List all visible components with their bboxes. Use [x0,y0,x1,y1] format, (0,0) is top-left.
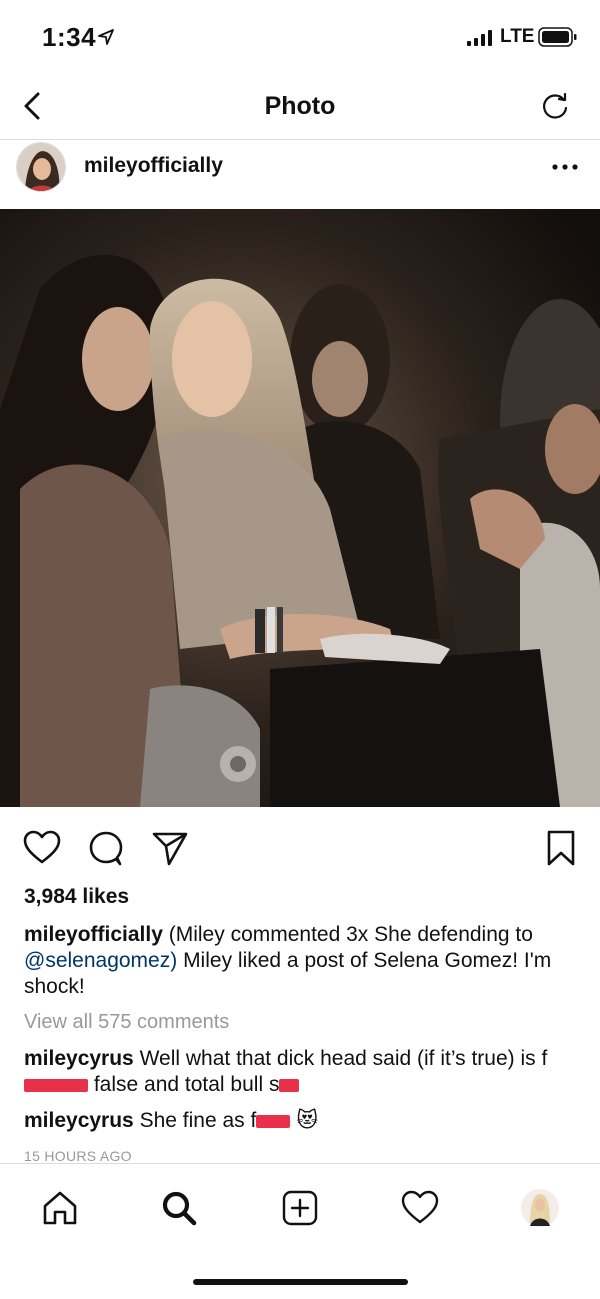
post-username[interactable]: mileyofficially [84,154,223,178]
redaction-mark [279,1078,300,1092]
comment-icon[interactable] [86,828,126,868]
signal-icon [467,30,492,46]
profile-avatar-icon[interactable] [520,1188,560,1228]
comment-text-b: false and total bull s [88,1073,280,1096]
tab-bar [0,1163,600,1299]
bookmark-icon[interactable] [543,828,579,868]
add-icon[interactable] [280,1188,320,1228]
activity-heart-icon[interactable] [400,1188,440,1228]
heart-icon[interactable] [22,828,62,868]
caption-mention[interactable]: @selenagomez) [24,949,177,972]
comment-text-a: She fine as f [139,1109,257,1132]
likes-count[interactable]: 3,984 likes [24,885,129,909]
comment-item: mileycyrus She fine as f 😻 [24,1108,584,1134]
more-dots-icon[interactable] [550,152,580,182]
caption-username[interactable]: mileyofficially [24,923,163,946]
refresh-icon[interactable] [537,88,573,124]
caption-text-a: (Miley commented 3x She defending to [168,923,533,946]
network-label: LTE [500,26,535,47]
comment-text-a: Well what that dick head said (if it’s t… [139,1047,548,1070]
search-icon[interactable] [159,1188,199,1228]
nav-bar: Photo [0,74,600,140]
status-time: 1:34 [42,22,97,52]
home-icon[interactable] [40,1188,80,1228]
action-row [0,822,600,878]
location-arrow-icon [98,29,114,45]
redaction-mark [256,1114,291,1128]
post-timestamp: 15 HOURS AGO [24,1148,132,1164]
redaction-mark [24,1078,88,1092]
view-all-comments-link[interactable]: View all 575 comments [24,1011,229,1034]
page-title: Photo [264,92,336,120]
battery-icon [538,27,577,47]
home-indicator[interactable] [193,1279,408,1285]
emoji-heart-eyes-cat: 😻 [296,1109,319,1132]
comment-item: mileycyrus Well what that dick head said… [24,1046,584,1098]
avatar[interactable] [16,142,66,192]
comment-username[interactable]: mileycyrus [24,1109,134,1132]
status-bar: 1:34 LTE [0,0,600,74]
post-photo[interactable] [0,209,600,807]
comment-username[interactable]: mileycyrus [24,1047,134,1070]
post-header: mileyofficially [0,140,600,208]
post-caption: mileyofficially (Miley commented 3x She … [24,922,584,1000]
share-icon[interactable] [150,828,190,868]
